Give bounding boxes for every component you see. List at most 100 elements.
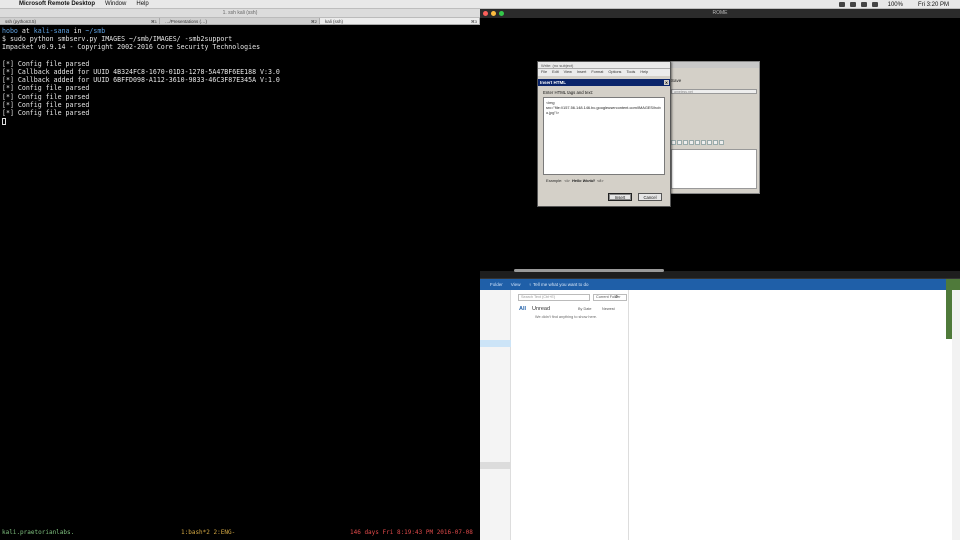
folder-item[interactable] <box>480 462 511 469</box>
menu-options[interactable]: Options <box>608 69 621 76</box>
insert-button[interactable]: Insert <box>608 193 632 201</box>
filter-unread[interactable]: Unread <box>532 306 550 312</box>
terminal-line: [*] Config file parsed <box>2 84 90 93</box>
compose-menubar: File Edit View Insert Format Options Too… <box>538 69 670 76</box>
insert-icon[interactable] <box>719 140 724 145</box>
terminal-line: [*] Config file parsed <box>2 109 90 118</box>
save-button[interactable]: Save <box>671 78 681 83</box>
align-icon[interactable] <box>713 140 718 145</box>
tab-folder[interactable]: Folder <box>490 282 503 287</box>
terminal-window: 1. ssh kali (ssh) ssh (python3.5) ⌘1 …/P… <box>0 9 480 540</box>
menu-file[interactable]: File <box>541 69 547 76</box>
font-size-icon[interactable] <box>677 140 682 145</box>
sort-by-date[interactable]: By Date <box>578 307 592 311</box>
terminal-tab-active[interactable]: kali (ssh) ⌘3 <box>320 18 480 24</box>
example-text: Hello World! <box>571 178 595 183</box>
folder-pane <box>480 290 511 540</box>
outlook-titlebar <box>480 271 960 279</box>
outdent-icon[interactable] <box>701 140 706 145</box>
macos-menu-bar: Microsoft Remote Desktop Window Help 100… <box>0 0 960 9</box>
filter-all[interactable]: All <box>519 306 526 312</box>
battery-percent[interactable]: 100% <box>883 2 908 8</box>
search-scope-select[interactable]: Current Folder <box>593 294 627 301</box>
terminal-cursor <box>2 117 6 125</box>
rdp-titlebar: ROME <box>480 9 960 18</box>
from-field[interactable]: ameless.net <box>671 89 757 94</box>
maximize-window-icon[interactable] <box>499 11 504 16</box>
example-close-tag: </i> <box>597 178 604 183</box>
rdp-vertical-scrollbar[interactable] <box>951 18 956 271</box>
menu-view[interactable]: View <box>564 69 572 76</box>
tab-shortcut: ⌘2 <box>310 19 317 24</box>
terminal-title: 1. ssh kali (ssh) <box>0 9 480 18</box>
numbered-list-icon[interactable] <box>695 140 700 145</box>
right-scrollbar[interactable] <box>952 290 960 540</box>
terminal-tabs: ssh (python3.5) ⌘1 …/Presentations (…) ⌘… <box>0 18 480 25</box>
terminal-tab[interactable]: …/Presentations (…) ⌘2 <box>160 18 320 24</box>
example-label: Example: <box>546 178 563 183</box>
status-host: kali.praetorianlabs. <box>2 529 75 536</box>
compose-window: Save ameless.net <box>668 61 760 194</box>
bullet-list-icon[interactable] <box>689 140 694 145</box>
font-size-icon[interactable] <box>671 140 676 145</box>
prompt-user: hobo <box>2 27 18 35</box>
menu-clock[interactable]: Fri 3:20 PM <box>913 2 954 8</box>
html-prompt-label: Enter HTML tags and text: <box>543 90 593 95</box>
close-icon[interactable]: X <box>664 80 669 85</box>
app-menu[interactable]: Microsoft Remote Desktop <box>14 1 100 7</box>
search-input[interactable]: Search Text (Ctrl+E) <box>518 294 590 301</box>
status-uptime: 146 days Fri 8:19:43 PM 2016-07-08 <box>350 529 473 536</box>
menu-bar-tray: 100% Fri 3:20 PM <box>838 0 954 9</box>
folder-item-selected[interactable] <box>480 340 511 347</box>
indent-icon[interactable] <box>707 140 712 145</box>
format-toolbar <box>671 139 759 146</box>
compose-titlebar <box>669 62 759 68</box>
menu-window[interactable]: Window <box>100 1 131 7</box>
menu-tools[interactable]: Tools <box>626 69 635 76</box>
example-hint: Example: <i> Hello World! </i> <box>546 178 670 183</box>
example-open-tag: <i> <box>564 178 570 183</box>
terminal-line: [*] Callback added for UUID 4B324FC8-167… <box>2 68 280 77</box>
tray-icon[interactable] <box>849 2 856 7</box>
rdp-title: ROME <box>712 10 728 16</box>
tab-shortcut: ⌘1 <box>150 19 157 24</box>
sort-order[interactable]: Newest <box>602 307 615 311</box>
font-size-icon[interactable] <box>683 140 688 145</box>
tab-label: ssh (python3.5) <box>5 19 37 24</box>
menu-edit[interactable]: Edit <box>552 69 559 76</box>
menu-help[interactable]: Help <box>131 1 153 7</box>
html-input[interactable]: <img src="file://157.56.148.146.bc.googl… <box>543 97 665 175</box>
message-body[interactable] <box>671 149 757 189</box>
terminal-line: $ sudo python smbserv.py IMAGES ~/smb/IM… <box>2 35 233 44</box>
minimize-window-icon[interactable] <box>491 11 496 16</box>
close-window-icon[interactable] <box>483 11 488 16</box>
tab-shortcut: ⌘3 <box>470 19 477 24</box>
outlook-window: Folder View ♀ Tell me what you want to d… <box>480 279 952 540</box>
message-list-pane: Search Text (Ctrl+E) Current Folder ⌕ Al… <box>511 290 629 540</box>
cancel-button[interactable]: Cancel <box>638 193 662 201</box>
menu-format[interactable]: Format <box>591 69 603 76</box>
terminal-tab[interactable]: ssh (python3.5) ⌘1 <box>0 18 160 24</box>
tray-icon[interactable] <box>860 2 867 7</box>
insert-html-dialog: Write: (no subject) File Edit View Inser… <box>537 61 671 207</box>
compose-app-titlebar: Write: (no subject) <box>538 62 670 69</box>
tab-view[interactable]: View <box>511 282 521 287</box>
dialog-title: Insert HTML <box>540 80 567 85</box>
tell-me-box[interactable]: ♀ Tell me what you want to do <box>528 282 588 287</box>
terminal-output[interactable]: hobo at kali-sana in ~/smb $ sudo python… <box>0 25 480 127</box>
reading-pane <box>629 290 952 540</box>
prompt-sep: at <box>17 27 34 35</box>
menu-help[interactable]: Help <box>640 69 648 76</box>
tray-icon[interactable] <box>838 2 845 7</box>
tab-label: kali (ssh) <box>325 19 344 24</box>
terminal-line: Impacket v0.9.14 - Copyright 2002-2016 C… <box>2 43 261 52</box>
ribbon-tabs: Folder View ♀ Tell me what you want to d… <box>480 279 952 290</box>
dialog-title-bar: Insert HTML X <box>538 79 670 86</box>
search-icon[interactable]: ⌕ <box>613 294 620 301</box>
rdp-horizontal-scrollbar[interactable] <box>514 269 664 272</box>
terminal-line: [*] Config file parsed <box>2 59 90 68</box>
wifi-icon[interactable] <box>871 2 878 7</box>
prompt-host: kali-sana <box>33 27 70 35</box>
menu-insert[interactable]: Insert <box>577 69 587 76</box>
status-windows[interactable]: 1:bash*2 2:ENG- <box>181 529 235 537</box>
